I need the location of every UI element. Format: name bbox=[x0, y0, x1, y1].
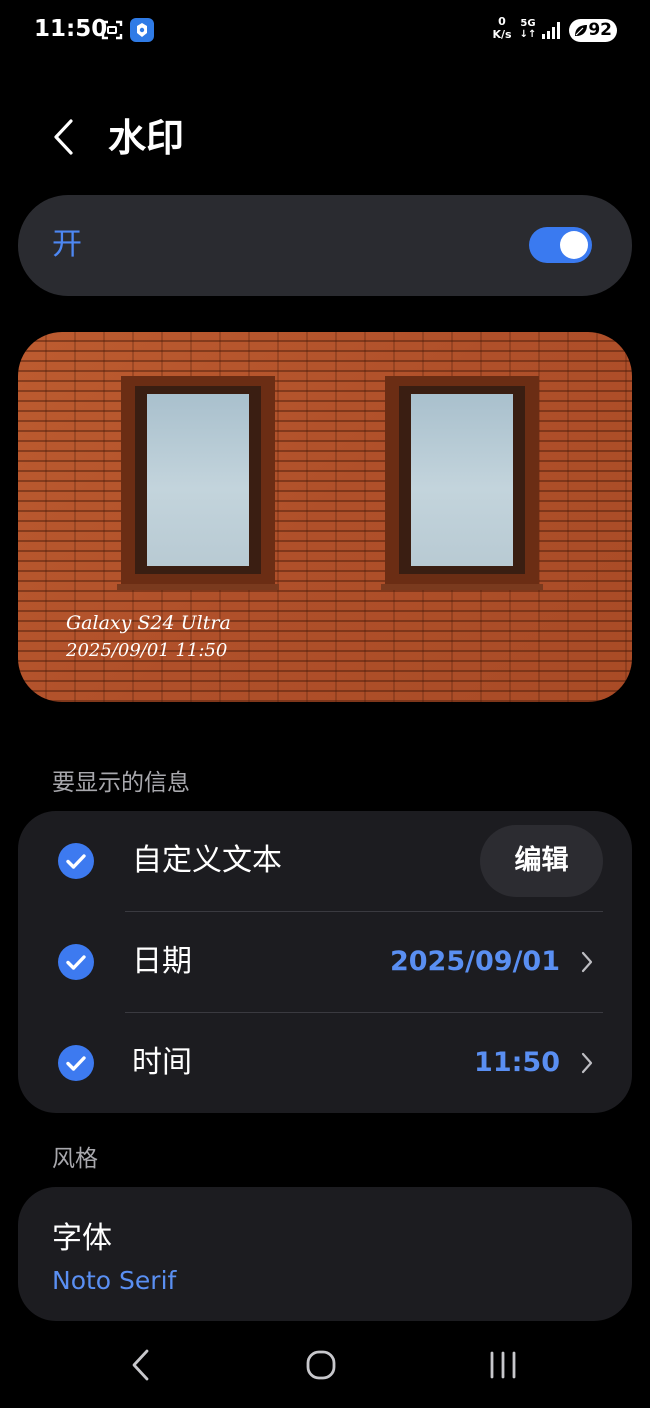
window-frame bbox=[399, 386, 525, 574]
nav-home-icon bbox=[306, 1350, 336, 1380]
nav-back-button[interactable] bbox=[100, 1330, 180, 1400]
app-notification-icon bbox=[130, 18, 154, 42]
window-glass bbox=[147, 394, 249, 566]
info-options-card: 自定义文本 编辑 日期 2025/09/01 时间 11:50 bbox=[18, 811, 632, 1113]
master-toggle-switch[interactable] bbox=[529, 227, 592, 263]
watermark-model-text: Galaxy S24 Ultra bbox=[66, 612, 231, 634]
battery-percent: 92 bbox=[588, 20, 612, 40]
window-frame bbox=[135, 386, 261, 574]
nav-home-button[interactable] bbox=[281, 1330, 361, 1400]
battery-indicator: 92 bbox=[569, 19, 617, 42]
window-sill bbox=[381, 584, 543, 590]
nav-back-icon bbox=[132, 1349, 149, 1381]
battery-saver-leaf-icon bbox=[575, 25, 587, 36]
nav-recents-icon bbox=[490, 1351, 516, 1379]
time-checkbox[interactable] bbox=[58, 1045, 94, 1081]
date-row[interactable]: 日期 2025/09/01 bbox=[18, 912, 632, 1012]
checkmark-icon bbox=[66, 854, 86, 869]
date-label: 日期 bbox=[132, 944, 192, 979]
network-speed: 0 K/s bbox=[489, 15, 515, 41]
style-section-header: 风格 bbox=[52, 1146, 98, 1172]
font-value: Noto Serif bbox=[52, 1266, 177, 1295]
status-bar: 11:50 0 K/s 5G ↓↑ 92 bbox=[0, 0, 650, 62]
network-type-label: 5G bbox=[520, 18, 536, 29]
window-glass bbox=[411, 394, 513, 566]
custom-text-checkbox[interactable] bbox=[58, 843, 94, 879]
data-arrows-icon: ↓↑ bbox=[519, 29, 537, 40]
back-button[interactable] bbox=[44, 112, 84, 162]
page-title: 水印 bbox=[108, 116, 185, 160]
chevron-right-icon bbox=[581, 951, 593, 973]
master-toggle-label: 开 bbox=[52, 227, 82, 262]
time-row[interactable]: 时间 11:50 bbox=[18, 1013, 632, 1113]
network-type: 5G ↓↑ bbox=[517, 18, 539, 40]
preview-window-left bbox=[117, 376, 279, 590]
checkmark-icon bbox=[66, 955, 86, 970]
preview-window-right bbox=[381, 376, 543, 590]
network-speed-value: 0 bbox=[498, 15, 506, 28]
date-value: 2025/09/01 bbox=[389, 946, 560, 977]
switch-knob bbox=[560, 231, 588, 259]
date-checkbox[interactable] bbox=[58, 944, 94, 980]
font-setting-row[interactable]: 字体 Noto Serif bbox=[18, 1187, 632, 1321]
network-speed-unit: K/s bbox=[492, 28, 512, 41]
chevron-right-icon bbox=[581, 1052, 593, 1074]
chevron-left-icon bbox=[54, 119, 73, 155]
time-value: 11:50 bbox=[474, 1047, 560, 1078]
screenshot-scan-icon bbox=[100, 18, 124, 42]
nav-recents-button[interactable] bbox=[463, 1330, 543, 1400]
time-label: 时间 bbox=[132, 1045, 192, 1080]
custom-text-label: 自定义文本 bbox=[132, 843, 282, 878]
watermark-datetime-text: 2025/09/01 11:50 bbox=[66, 640, 228, 661]
status-time: 11:50 bbox=[34, 16, 108, 42]
master-toggle-row[interactable]: 开 bbox=[18, 195, 632, 296]
checkmark-icon bbox=[66, 1056, 86, 1071]
watermark-preview-image: Galaxy S24 Ultra 2025/09/01 11:50 bbox=[18, 332, 632, 702]
edit-button[interactable]: 编辑 bbox=[480, 825, 603, 897]
info-section-header: 要显示的信息 bbox=[52, 770, 190, 796]
navigation-bar bbox=[0, 1330, 650, 1408]
signal-icon bbox=[541, 20, 563, 40]
custom-text-row[interactable]: 自定义文本 编辑 bbox=[18, 811, 632, 911]
window-sill bbox=[117, 584, 279, 590]
font-label: 字体 bbox=[52, 1221, 112, 1256]
